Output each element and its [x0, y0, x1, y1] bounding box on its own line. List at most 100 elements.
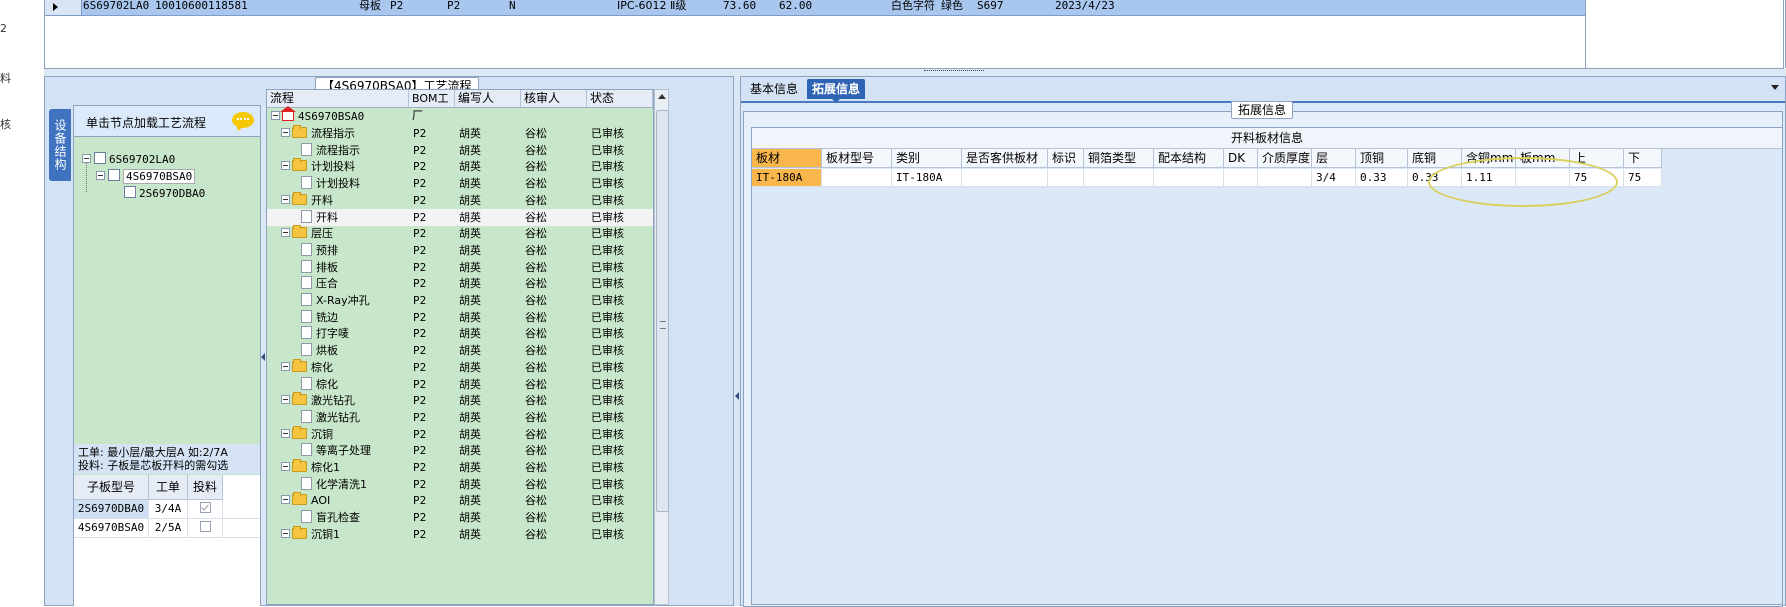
col-header-mark[interactable]: 标识: [1048, 149, 1084, 168]
process-row[interactable]: 盲孔检查 P2 胡英 谷松 已审核: [267, 509, 653, 526]
sub-order-cell[interactable]: 2/5A: [149, 519, 188, 537]
process-row[interactable]: 流程指示 P2 胡英 谷松 已审核: [267, 142, 653, 159]
col-header-writer[interactable]: 编写人: [455, 90, 521, 107]
collapse-icon[interactable]: [281, 495, 290, 505]
sub-order-cell[interactable]: 3/4A: [149, 500, 188, 518]
col-header-feed[interactable]: 投料: [188, 475, 223, 500]
tree-node-selected[interactable]: 4S6970BSA0: [96, 169, 196, 185]
col-header-customer-supplied[interactable]: 是否客供板材: [962, 149, 1048, 168]
scroll-thumb[interactable]: [656, 110, 669, 512]
col-header-model[interactable]: 板材型号: [822, 149, 892, 168]
process-row[interactable]: 烘板 P2 胡英 谷松 已审核: [267, 342, 653, 359]
collapse-icon[interactable]: [281, 528, 290, 538]
top-cell-standard[interactable]: IPC-6012 Ⅱ级: [617, 0, 686, 15]
col-header-dielectric[interactable]: 介质厚度: [1258, 149, 1312, 168]
col-header-order[interactable]: 工单: [149, 475, 188, 500]
process-row[interactable]: AOI P2 胡英 谷松 已审核: [267, 492, 653, 509]
process-row[interactable]: 沉铜1 P2 胡英 谷松 已审核: [267, 525, 653, 543]
checkbox-checked[interactable]: [199, 502, 211, 513]
top-cell-mask-color[interactable]: 绿色: [941, 0, 963, 15]
process-row[interactable]: 化学清洗1 P2 胡英 谷松 已审核: [267, 476, 653, 493]
col-header-flow[interactable]: 流程: [267, 90, 409, 107]
process-row[interactable]: 打字唛 P2 胡英 谷松 已审核: [267, 325, 653, 342]
process-row[interactable]: 排板 P2 胡英 谷松 已审核: [267, 259, 653, 276]
collapse-icon[interactable]: [281, 194, 290, 204]
top-cell-flag[interactable]: N: [509, 0, 516, 15]
process-scrollbar[interactable]: [654, 89, 669, 605]
tab-extended-info[interactable]: 拓展信息: [807, 79, 866, 103]
collapse-icon[interactable]: [281, 128, 290, 137]
col-header-structure[interactable]: 配本结构: [1154, 149, 1224, 168]
process-row[interactable]: 开料 P2 胡英 谷松 已审核: [267, 208, 653, 226]
top-cell-code[interactable]: 10010600118581: [155, 0, 248, 15]
top-cell-value2[interactable]: 62.00: [779, 0, 812, 15]
top-cell-factory[interactable]: P2: [390, 0, 403, 15]
process-row[interactable]: 计划投料 P2 胡英 谷松 已审核: [267, 158, 653, 175]
process-row[interactable]: 预排 P2 胡英 谷松 已审核: [267, 242, 653, 259]
collapse-icon[interactable]: [96, 171, 105, 180]
sub-feed-cell[interactable]: [188, 500, 223, 518]
col-header-model[interactable]: 子板型号: [74, 475, 149, 500]
scroll-up-icon[interactable]: [658, 94, 666, 99]
process-row[interactable]: 流程指示 P2 胡英 谷松 已审核: [267, 125, 653, 142]
collapse-icon[interactable]: [281, 228, 290, 238]
cell-material[interactable]: IT-180A: [752, 169, 822, 187]
top-cell-type[interactable]: 母板: [359, 0, 381, 15]
top-cell-value1[interactable]: 73.60: [723, 0, 756, 15]
col-header-reviewer[interactable]: 核审人: [521, 90, 587, 107]
table-row[interactable]: 2S6970DBA0 3/4A: [74, 500, 260, 519]
cell-dk[interactable]: [1224, 169, 1258, 187]
process-row[interactable]: 层压 P2 胡英 谷松 已审核: [267, 225, 653, 242]
collapse-icon[interactable]: [281, 428, 290, 438]
cell-layer[interactable]: 3/4: [1312, 169, 1356, 187]
process-row[interactable]: 激光钻孔 P2 胡英 谷松 已审核: [267, 409, 653, 426]
chat-bubble-icon[interactable]: [232, 112, 254, 128]
process-row[interactable]: 棕化1 P2 胡英 谷松 已审核: [267, 459, 653, 476]
tab-basic-info[interactable]: 基本信息: [745, 79, 803, 99]
side-tab-structure[interactable]: 设备结构: [49, 109, 71, 181]
cell-mark[interactable]: [1048, 169, 1084, 187]
process-row[interactable]: 铣边 P2 胡英 谷松 已审核: [267, 309, 653, 326]
collapse-icon[interactable]: [281, 361, 290, 371]
process-row[interactable]: 棕化 P2 胡英 谷松 已审核: [267, 376, 653, 393]
col-header-dk[interactable]: DK值: [1224, 149, 1258, 184]
top-cell-char-color[interactable]: 白色字符: [891, 0, 935, 15]
process-row[interactable]: 棕化 P2 胡英 谷松 已审核: [267, 358, 653, 376]
process-row[interactable]: 压合 P2 胡英 谷松 已审核: [267, 275, 653, 292]
sub-model-cell[interactable]: 4S6970BSA0: [74, 519, 149, 537]
col-header-bom-factory[interactable]: BOM工厂: [409, 90, 455, 122]
cell-structure[interactable]: [1154, 169, 1224, 187]
col-header-copper-foil[interactable]: 铜箔类型: [1084, 149, 1154, 168]
selected-order-row[interactable]: 6S69702LA0 10010600118581 母板 P2 P2 N IPC…: [45, 0, 1585, 16]
cell-model[interactable]: [822, 169, 892, 187]
top-cell-model[interactable]: 6S69702LA0: [83, 0, 149, 15]
cell-category[interactable]: IT-180A: [892, 169, 962, 187]
col-header-status[interactable]: 状态: [587, 90, 653, 107]
cell-customer-supplied[interactable]: [962, 169, 1048, 187]
process-row[interactable]: 沉铜 P2 胡英 谷松 已审核: [267, 425, 653, 443]
top-cell-code2[interactable]: S697: [977, 0, 1004, 15]
sub-feed-cell[interactable]: [188, 519, 223, 537]
collapse-left-icon[interactable]: [735, 392, 739, 400]
tree-node-child[interactable]: 2S6970DBA0: [124, 186, 205, 202]
collapse-icon[interactable]: [281, 161, 290, 171]
top-cell-date[interactable]: 2023/4/23: [1055, 0, 1115, 15]
col-header-layer[interactable]: 层: [1312, 149, 1356, 168]
collapse-icon[interactable]: [281, 395, 290, 405]
top-cell-factory2[interactable]: P2: [447, 0, 460, 15]
sub-model-cell[interactable]: 2S6970DBA0: [74, 500, 149, 518]
col-header-material[interactable]: 板材: [752, 149, 822, 168]
col-header-category[interactable]: 类别: [892, 149, 962, 168]
collapse-left-icon[interactable]: [261, 353, 265, 361]
process-row[interactable]: 开料 P2 胡英 谷松 已审核: [267, 191, 653, 209]
tree-node-root[interactable]: 6S69702LA0: [82, 152, 175, 168]
process-row[interactable]: 激光钻孔 P2 胡英 谷松 已审核: [267, 392, 653, 409]
collapse-icon[interactable]: [271, 111, 280, 120]
collapse-icon[interactable]: [281, 462, 290, 471]
col-header-top-copper[interactable]: 顶铜: [1356, 149, 1408, 168]
cell-lower[interactable]: 75: [1624, 169, 1662, 187]
table-row[interactable]: 4S6970BSA0 2/5A: [74, 519, 260, 538]
process-row[interactable]: X-Ray冲孔 P2 胡英 谷松 已审核: [267, 292, 653, 309]
horizontal-splitter[interactable]: [44, 69, 1786, 76]
process-row[interactable]: 计划投料 P2 胡英 谷松 已审核: [267, 175, 653, 192]
